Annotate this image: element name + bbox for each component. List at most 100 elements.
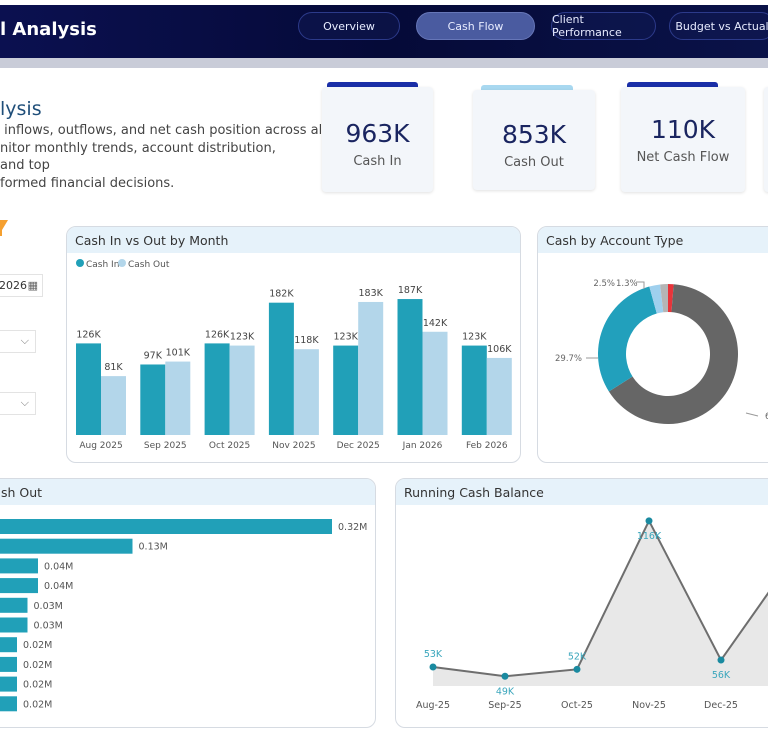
bar: [0, 617, 28, 633]
x-tick-label: Feb 2026: [466, 441, 508, 451]
x-tick-label: Jan 2026: [402, 441, 443, 451]
x-tick-label: Oct 2025: [209, 441, 250, 451]
cash-out-bar-chart: sh Out 0.32M 0.13M 0.04M 0.04M 0.03M 0.03M 0.0…: [0, 478, 376, 728]
data-label: 0.03M: [34, 621, 63, 632]
data-label: 53K: [424, 649, 443, 660]
kpi-label: Cash Out: [504, 155, 564, 170]
x-tick-label: Dec 2025: [337, 441, 380, 451]
bar-cash-out: [358, 301, 384, 435]
divider: [0, 58, 768, 68]
description-line: inflows, outflows, and net cash position…: [0, 123, 326, 138]
data-label: 116K: [637, 531, 662, 542]
date-value: 2026: [0, 279, 27, 292]
tab-client-performance[interactable]: Client Performance: [551, 12, 656, 40]
x-tick-label: Oct-25: [561, 700, 593, 711]
slice-label: 2.5%: [593, 279, 615, 289]
bar: [0, 519, 332, 534]
data-label: 183K: [359, 288, 384, 299]
x-tick-label: Sep 2025: [144, 441, 187, 451]
cash-by-account-type-chart: Cash by Account Type 1.3%64.729.7%2.5%: [537, 226, 768, 463]
chevron-down-icon: ⌵: [20, 396, 29, 409]
data-point: [645, 517, 653, 525]
data-label: 123K: [334, 332, 359, 343]
kpi-net-cash-flow: 110K Net Cash Flow: [621, 87, 745, 192]
data-label: 118K: [294, 335, 319, 346]
bar-cash-in: [333, 345, 359, 435]
slice-label: 1.3%: [616, 279, 638, 289]
chart-title: sh Out: [0, 479, 375, 505]
bar: [0, 676, 17, 692]
calendar-icon[interactable]: ▦: [28, 279, 38, 292]
tab-budget-vs-actual[interactable]: Budget vs Actual: [669, 12, 768, 40]
bar-cash-in: [76, 343, 101, 435]
data-label: 123K: [230, 332, 255, 343]
x-tick-label: Aug-25: [416, 700, 450, 711]
description-line: formed financial decisions.: [0, 175, 175, 191]
data-label: 187K: [398, 285, 423, 296]
data-point: [717, 656, 725, 664]
bar-cash-out: [422, 331, 448, 435]
bar-cash-in: [204, 343, 230, 435]
bar-cash-in: [461, 345, 487, 435]
tab-overview[interactable]: Overview: [298, 12, 400, 40]
date-input[interactable]: 2026 ▦: [0, 274, 43, 297]
x-tick-label: Nov 2025: [272, 441, 315, 451]
data-label: 49K: [496, 686, 515, 697]
kpi-cash-out: 853K Cash Out: [473, 90, 595, 190]
data-label: 101K: [166, 348, 191, 359]
legend-swatch-cash-in: [76, 259, 84, 267]
leader-line: [745, 412, 759, 417]
bar: [0, 597, 28, 613]
data-label: 0.04M: [44, 561, 73, 572]
x-tick-label: Dec-25: [704, 700, 738, 711]
data-label: 126K: [205, 329, 230, 340]
bar: [0, 637, 17, 653]
data-label: 0.02M: [23, 699, 52, 710]
legend-cash-in: Cash In: [86, 260, 119, 270]
data-point: [429, 663, 437, 671]
kpi-cash-in: 963K Cash In: [322, 87, 433, 192]
cash-in-vs-out-chart: Cash In vs Out by Month Cash In Cash Out…: [66, 226, 521, 463]
chart-title: Cash by Account Type: [538, 227, 768, 253]
dropdown-filter[interactable]: ⌵: [0, 330, 36, 353]
data-label: 81K: [104, 362, 123, 373]
data-label: 106K: [487, 344, 512, 355]
kpi-card-partial: [764, 87, 768, 192]
kpi-label: Net Cash Flow: [636, 150, 730, 165]
section-description: inflows, outflows, and net cash position…: [0, 122, 326, 192]
data-label: 123K: [462, 332, 487, 343]
bar-cash-in: [140, 364, 166, 435]
data-label: 56K: [712, 670, 731, 681]
chevron-down-icon: ⌵: [20, 334, 29, 347]
bar-cash-out: [101, 376, 126, 435]
legend-cash-out: Cash Out: [128, 260, 170, 270]
area-chart: 53K Aug-25 49K Sep-25 52K Oct-25 116K Nov-25 56K…: [416, 517, 768, 711]
data-label: 0.32M: [338, 522, 367, 533]
data-label: 0.13M: [139, 542, 168, 553]
donut-chart: 1.3%64.729.7%2.5%: [555, 279, 768, 424]
bar-cash-out: [486, 357, 512, 435]
data-label: 0.02M: [23, 680, 52, 691]
tab-cash-flow[interactable]: Cash Flow: [416, 12, 535, 40]
legend-swatch-cash-out: [118, 259, 126, 267]
running-cash-balance-chart: Running Cash Balance 53K Aug-25 49K Sep-25 5…: [395, 478, 768, 728]
chart-title: Cash In vs Out by Month: [67, 227, 520, 253]
bar-cash-out: [229, 345, 255, 435]
kpi-value: 110K: [650, 115, 716, 144]
dropdown-filter[interactable]: ⌵: [0, 392, 36, 415]
bar-cash-out: [165, 361, 191, 435]
x-tick-label: Nov-25: [632, 700, 666, 711]
bar: [0, 578, 38, 594]
x-tick-label: Aug 2025: [79, 441, 122, 451]
kpi-value: 963K: [345, 119, 410, 148]
chart-title: Running Cash Balance: [396, 479, 768, 505]
filter-icon[interactable]: [0, 212, 8, 238]
bar-chart: Cash In Cash Out 126K 81K Aug 2025 97K 101K S…: [76, 259, 512, 451]
donut-slice: [598, 286, 657, 392]
data-label: 0.03M: [34, 601, 63, 612]
data-point: [501, 672, 509, 680]
x-tick-label: Sep-25: [488, 700, 521, 711]
data-label: 97K: [144, 350, 163, 361]
kpi-label: Cash In: [353, 154, 402, 169]
data-label: 0.02M: [23, 660, 52, 671]
